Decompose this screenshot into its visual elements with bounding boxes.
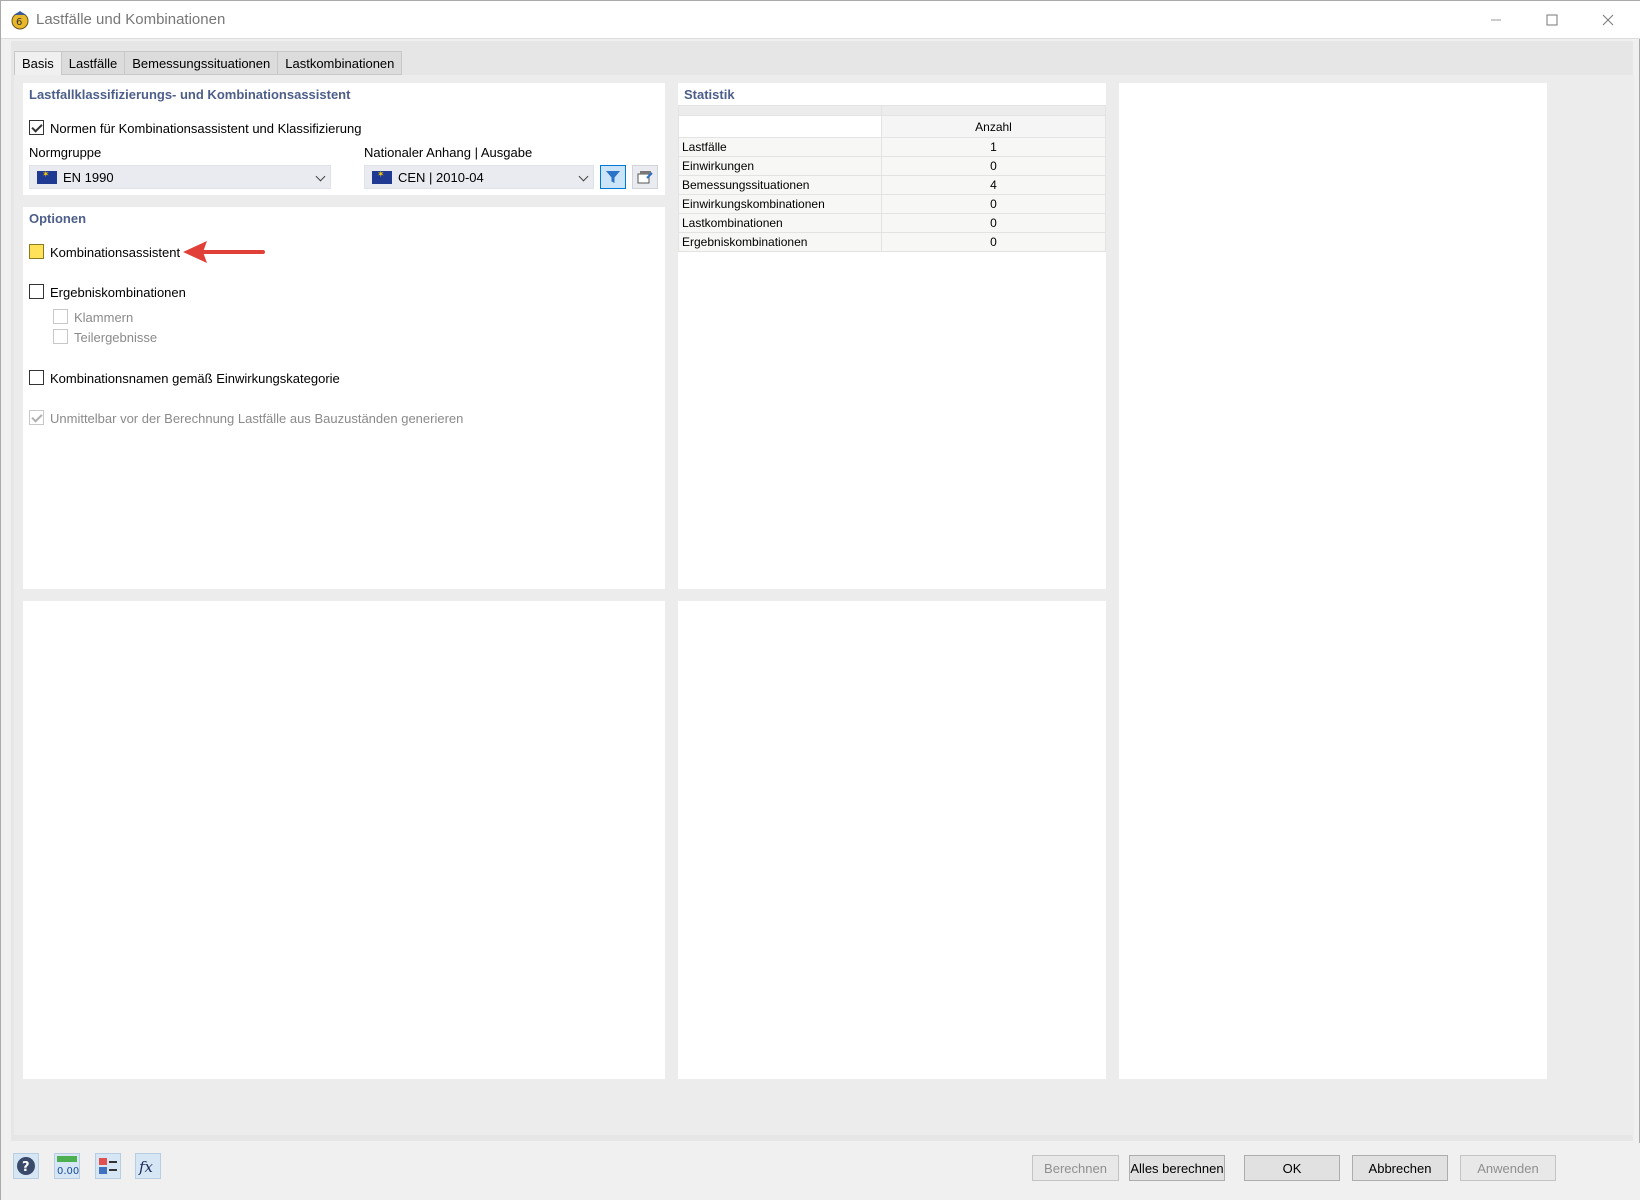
chevron-down-icon [315,171,326,182]
filter-button[interactable] [600,165,626,189]
row-value: 0 [881,156,1106,176]
ergebniskombinationen-checkbox[interactable] [29,284,44,299]
norm-settings-button[interactable] [632,165,658,189]
norms-checkbox-label: Normen für Kombinationsassistent und Kla… [50,121,362,136]
anwenden-button[interactable]: Anwenden [1460,1155,1556,1181]
help-icon: ? [17,1157,35,1175]
statistik-table: Anzahl Lastfälle 1 Einwirkungen 0 Bemess… [678,105,1106,252]
norms-checkbox[interactable] [29,120,44,135]
tab-bemessungssituationen[interactable]: Bemessungssituationen [125,51,279,75]
statistik-header-anzahl: Anzahl [881,115,1106,138]
row-value: 1 [881,137,1106,157]
tab-bar: Basis Lastfälle Bemessungssituationen La… [14,51,403,76]
statistik-header-name [678,115,882,138]
svg-text:6: 6 [16,17,22,28]
statistik-panel: Statistik Anzahl Lastfälle 1 Einwirkunge… [678,83,1106,589]
statistik-title: Statistik [684,87,735,102]
ok-button[interactable]: OK [1244,1155,1340,1181]
eu-flag-icon [37,169,57,184]
formula-button[interactable]: fx [135,1153,161,1179]
unmittelbar-checkbox[interactable] [29,410,44,425]
table-row: Bemessungssituationen 4 [678,175,1106,195]
dialog-window: 6 Lastfälle und Kombinationen Basis Last… [0,0,1640,1200]
teilergebnisse-label: Teilergebnisse [74,330,158,345]
function-icon: fx [138,1158,154,1176]
klammern-label: Klammern [74,310,134,325]
app-icon: 6 [11,11,29,30]
row-name: Bemessungssituationen [678,175,882,195]
national-label: Nationaler Anhang | Ausgabe [364,145,533,160]
normgruppe-select[interactable]: EN 1990 [29,165,331,189]
tab-lastkombinationen[interactable]: Lastkombinationen [278,51,403,75]
row-value: 0 [881,213,1106,233]
svg-text:fx: fx [138,1158,154,1176]
lower-left-panel [23,601,665,1079]
row-name: Ergebniskombinationen [678,232,882,252]
normgruppe-value: EN 1990 [63,170,114,185]
kombinationsassistent-checkbox[interactable] [29,244,44,259]
table-row: Einwirkungen 0 [678,156,1106,176]
decimal-places-icon: 0.00 [57,1156,79,1177]
ergebniskombinationen-label: Ergebniskombinationen [50,285,186,300]
assistant-panel: Lastfallklassifizierungs- und Kombinatio… [23,83,665,195]
minimize-icon [1491,19,1501,21]
maximize-icon [1546,14,1558,26]
table-row: Einwirkungskombinationen 0 [678,194,1106,214]
table-row: Lastkombinationen 0 [678,213,1106,233]
tab-lastfaelle[interactable]: Lastfälle [61,51,126,75]
help-button[interactable]: ? [13,1153,39,1179]
title-bar: 6 Lastfälle und Kombinationen [1,1,1640,39]
row-value: 0 [881,194,1106,214]
national-value: CEN | 2010-04 [398,170,484,185]
row-name: Einwirkungskombinationen [678,194,882,214]
national-select[interactable]: CEN | 2010-04 [364,165,594,189]
display-settings-icon [99,1158,117,1174]
svg-text:?: ? [22,1160,30,1175]
normgruppe-label: Normgruppe [29,145,102,160]
assistant-title: Lastfallklassifizierungs- und Kombinatio… [29,87,351,102]
klammern-checkbox[interactable] [53,309,68,324]
teilergebnisse-checkbox[interactable] [53,329,68,344]
table-row: Lastfälle 1 [678,137,1106,157]
svg-text:0.00: 0.00 [57,1166,79,1177]
close-icon [1602,14,1614,26]
minimize-button[interactable] [1473,1,1519,39]
table-row: Ergebniskombinationen 0 [678,232,1106,252]
row-value: 0 [881,232,1106,252]
close-button[interactable] [1585,1,1631,39]
kombinationsnamen-checkbox[interactable] [29,370,44,385]
norm-settings-icon [637,171,653,184]
row-name: Lastfälle [678,137,882,157]
kombinationsassistent-label: Kombinationsassistent [50,245,181,260]
row-value: 4 [881,175,1106,195]
lower-middle-panel [678,601,1106,1079]
filter-icon [606,171,620,183]
row-name: Einwirkungen [678,156,882,176]
berechnen-button[interactable]: Berechnen [1032,1155,1119,1181]
display-settings-button[interactable] [95,1153,121,1179]
right-panel [1119,83,1547,1079]
unmittelbar-label: Unmittelbar vor der Berechnung Lastfälle… [50,411,464,426]
tab-body: Lastfallklassifizierungs- und Kombinatio… [14,75,1634,1135]
red-arrow-annotation [183,241,265,263]
tab-basis[interactable]: Basis [14,51,62,76]
options-title: Optionen [29,211,87,226]
bottom-bar: ? 0.00 fx Berechnen Alles berechnen OK A… [1,1143,1640,1200]
kombinationsnamen-label: Kombinationsnamen gemäß Einwirkungskateg… [50,371,340,386]
chevron-down-icon [578,171,589,182]
alles-berechnen-button[interactable]: Alles berechnen [1129,1155,1225,1181]
eu-flag-icon [372,169,392,184]
window-title: Lastfälle und Kombinationen [36,11,226,28]
maximize-button[interactable] [1529,1,1575,39]
units-button[interactable]: 0.00 [54,1153,80,1179]
abbrechen-button[interactable]: Abbrechen [1352,1155,1448,1181]
options-panel: Optionen Kombinationsassistent Ergebnisk… [23,207,665,589]
dialog-content: Basis Lastfälle Bemessungssituationen La… [11,41,1634,1141]
row-name: Lastkombinationen [678,213,882,233]
